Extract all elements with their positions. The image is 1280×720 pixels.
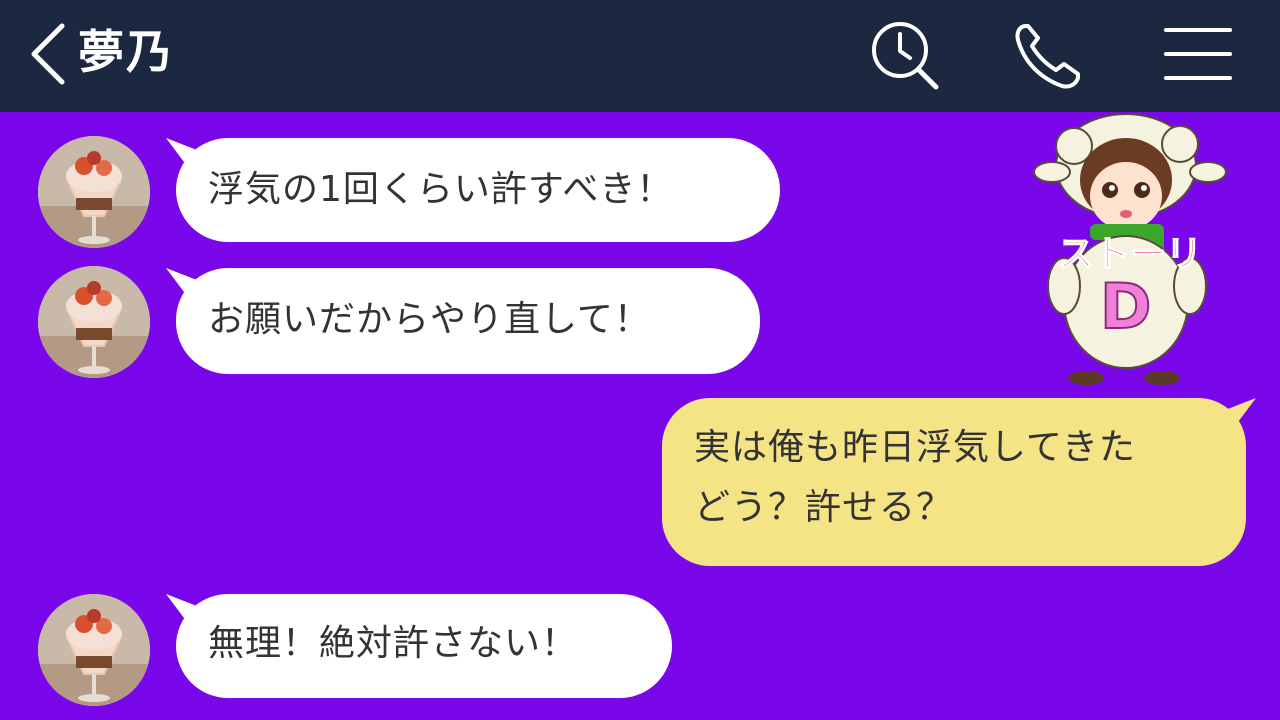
message-text-line: どう？許せる？ — [694, 487, 954, 528]
bubble-tail-icon — [166, 138, 202, 178]
hamburger-menu-icon — [1164, 28, 1232, 80]
avatar[interactable] — [38, 594, 150, 706]
character-sticker[interactable]: ストーリ D — [1030, 106, 1230, 392]
search-button[interactable] — [866, 18, 942, 94]
avatar[interactable] — [38, 136, 150, 248]
message-text: 浮気の1回くらい許すべき！ — [208, 169, 674, 210]
sticker-overlay-text: ストーリ — [1058, 234, 1202, 275]
message-text: お願いだからやり直して！ — [208, 299, 651, 340]
message-text-line: 実は俺も昨日浮気してきた — [694, 427, 1136, 468]
message-text: 無理！絶対許さない！ — [208, 623, 579, 664]
chat-title: 夢乃 — [78, 25, 174, 79]
message-bubble-received[interactable]: 無理！絶対許さない！ — [166, 594, 672, 698]
sheep-girl-sticker-icon: ストーリ D — [1033, 113, 1227, 385]
message-bubble-received[interactable]: 浮気の1回くらい許すべき！ — [166, 138, 780, 242]
parfait-avatar-icon — [38, 136, 150, 248]
menu-button[interactable] — [1160, 18, 1236, 94]
bubble-tail-icon — [1220, 398, 1256, 438]
bubble-tail-icon — [166, 268, 202, 308]
bubble-tail-icon — [166, 594, 202, 634]
parfait-avatar-icon — [38, 594, 150, 706]
message-bubble-sent[interactable]: 実は俺も昨日浮気してきた どう？許せる？ — [662, 398, 1256, 566]
message-bubble-received[interactable]: お願いだからやり直して！ — [166, 268, 760, 374]
phone-icon — [1015, 24, 1080, 89]
parfait-avatar-icon — [38, 266, 150, 378]
chevron-left-icon[interactable] — [24, 18, 72, 90]
search-clock-icon — [872, 22, 939, 90]
avatar[interactable] — [38, 266, 150, 378]
chat-header: 夢乃 — [0, 0, 1280, 112]
sticker-letter: D — [1100, 270, 1151, 343]
call-button[interactable] — [1010, 18, 1086, 94]
